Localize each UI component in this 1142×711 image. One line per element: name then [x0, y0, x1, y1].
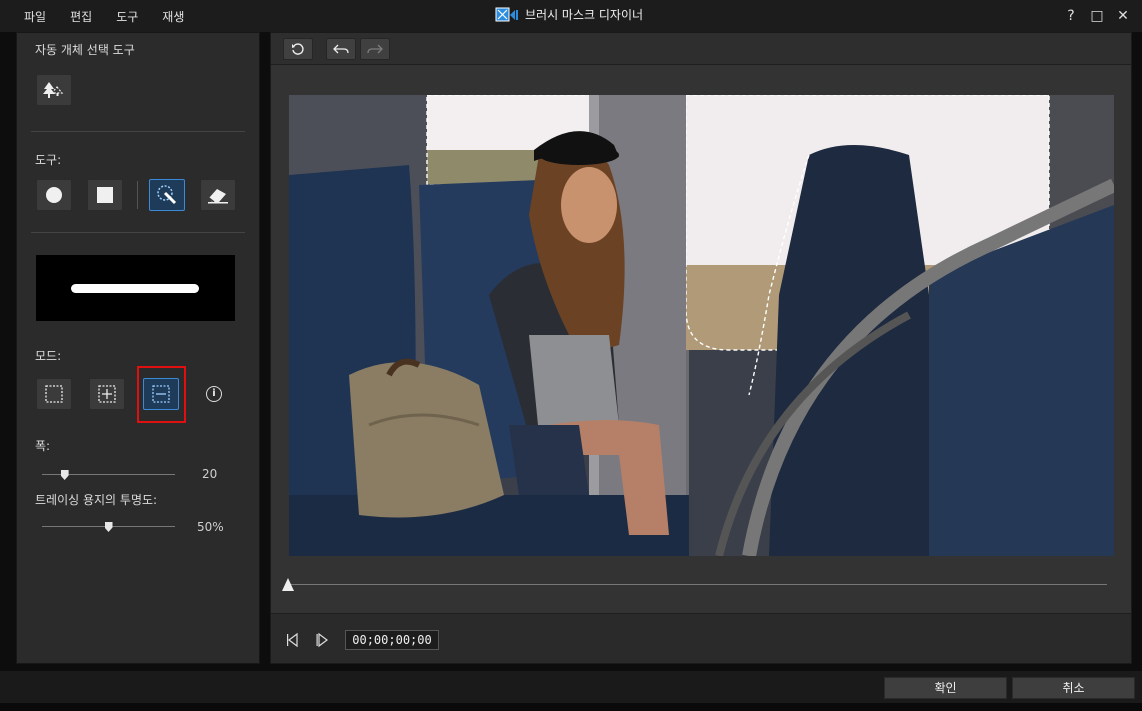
- timecode-display[interactable]: 00;00;00;00: [345, 630, 439, 650]
- window-controls: ? □ ✕: [1064, 8, 1130, 24]
- timeline-track[interactable]: [287, 584, 1107, 585]
- opacity-value: 50%: [197, 520, 224, 534]
- auto-select-label: 자동 개체 선택 도구: [35, 43, 135, 57]
- brush-stroke-preview: [71, 284, 199, 293]
- prev-frame-button[interactable]: [285, 632, 301, 651]
- window-title: 브러시 마스크 디자이너: [495, 6, 643, 23]
- redo-icon: [367, 44, 383, 54]
- menu-play[interactable]: 재생: [150, 8, 196, 25]
- auto-select-button[interactable]: [36, 74, 72, 106]
- circle-brush-icon: [46, 187, 62, 203]
- eraser-button[interactable]: [200, 179, 236, 211]
- reset-button[interactable]: [283, 38, 313, 60]
- next-frame-icon: [316, 632, 328, 648]
- menu-tools[interactable]: 도구: [104, 8, 150, 25]
- smart-brush-button[interactable]: [149, 179, 185, 211]
- prev-frame-icon: [287, 632, 298, 648]
- eraser-icon: [208, 189, 228, 204]
- undo-button[interactable]: [326, 38, 356, 60]
- tools-label: 도구:: [35, 153, 62, 167]
- help-button[interactable]: ?: [1064, 8, 1078, 24]
- title-bar: 파일 편집 도구 재생 브러시 마스크 디자이너 ? □ ✕: [0, 0, 1142, 32]
- menu-edit[interactable]: 편집: [58, 8, 104, 25]
- ok-button[interactable]: 확인: [884, 677, 1007, 699]
- menu-file[interactable]: 파일: [12, 8, 58, 25]
- selection-highlight: [137, 366, 186, 423]
- tool-separator: [137, 181, 138, 209]
- select-mode-icon: [45, 385, 63, 403]
- undo-icon: [333, 44, 349, 54]
- select-mode-button[interactable]: [36, 378, 72, 410]
- smart-brush-icon: [157, 185, 177, 205]
- circle-brush-button[interactable]: [36, 179, 72, 211]
- opacity-slider-thumb[interactable]: [104, 522, 113, 532]
- window-title-text: 브러시 마스크 디자이너: [525, 8, 644, 22]
- redo-button[interactable]: [360, 38, 390, 60]
- canvas-toolbar: [271, 33, 1131, 65]
- brush-preview: [36, 255, 235, 321]
- cancel-button[interactable]: 취소: [1012, 677, 1135, 699]
- opacity-label: 트레이싱 용지의 투명도:: [35, 493, 158, 507]
- width-value: 20: [202, 467, 218, 481]
- video-frame[interactable]: [289, 95, 1114, 556]
- divider: [31, 131, 245, 132]
- reset-icon: [292, 43, 304, 55]
- menu-bar: 파일 편집 도구 재생: [12, 8, 196, 25]
- next-frame-button[interactable]: [315, 632, 331, 651]
- add-mode-button[interactable]: [89, 378, 125, 410]
- add-mode-icon: [98, 385, 116, 403]
- canvas-panel: 00;00;00;00: [270, 32, 1132, 664]
- tree-select-icon: [43, 82, 64, 98]
- playback-bar: 00;00;00;00: [271, 613, 1131, 663]
- square-brush-button[interactable]: [87, 179, 123, 211]
- frame-image: [289, 95, 1114, 556]
- close-button[interactable]: ✕: [1116, 8, 1130, 24]
- divider: [31, 232, 245, 233]
- tool-panel: 자동 개체 선택 도구 도구: 모드: i 폭: 20 트레이싱 용지의 투명도…: [16, 32, 260, 664]
- maximize-button[interactable]: □: [1090, 8, 1104, 24]
- mode-label: 모드:: [35, 349, 62, 363]
- dialog-footer: 확인 취소: [0, 671, 1142, 703]
- square-brush-icon: [97, 187, 113, 203]
- app-logo-icon: [495, 7, 521, 23]
- width-slider-thumb[interactable]: [60, 470, 69, 480]
- width-label: 폭:: [35, 439, 51, 453]
- background-strip: [0, 703, 1142, 711]
- info-icon[interactable]: i: [206, 386, 222, 402]
